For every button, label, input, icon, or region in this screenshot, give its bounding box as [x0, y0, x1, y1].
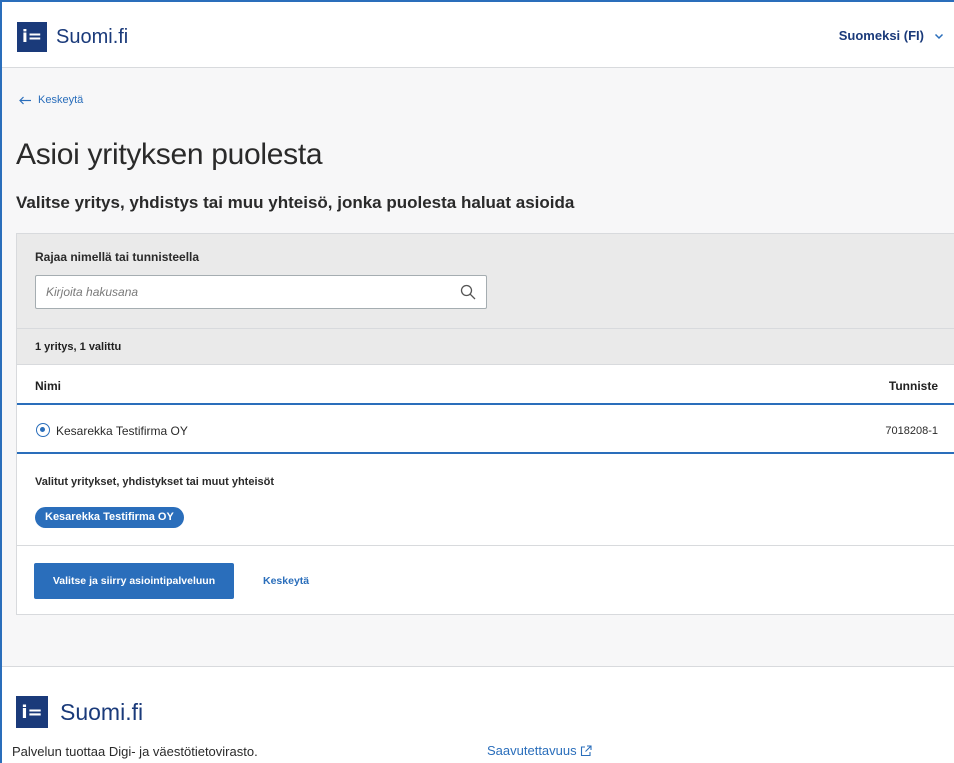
footer-suomi-fi-logo[interactable]: i= Suomi.fi — [16, 696, 143, 728]
suomi-fi-logo-icon: i= — [17, 22, 47, 52]
filter-section: Rajaa nimellä tai tunnisteella — [17, 234, 954, 329]
selected-companies-label: Valitut yritykset, yhdistykset tai muut … — [35, 476, 275, 488]
table-row[interactable]: Kesarekka Testifirma OY 7018208-1 — [17, 407, 954, 454]
search-icon[interactable] — [460, 284, 476, 300]
suomi-fi-logo-icon: i= — [16, 696, 48, 728]
selected-companies-section: Valitut yritykset, yhdistykset tai muut … — [17, 456, 954, 546]
footer-logo-text: Suomi.fi — [60, 698, 144, 725]
back-link-label: Keskeytä — [38, 94, 84, 106]
company-name: Kesarekka Testifirma OY — [56, 424, 188, 438]
table-header: Nimi Tunniste — [17, 365, 954, 405]
chevron-down-icon — [934, 33, 944, 39]
accessibility-link-label: Saavutettavuus — [487, 743, 577, 758]
company-radio-selected[interactable] — [36, 423, 50, 437]
action-bar: Valitse ja siirry asiointipalveluun Kesk… — [17, 546, 954, 616]
site-footer: i= Suomi.fi Palvelun tuottaa Digi- ja vä… — [2, 666, 954, 763]
result-count: 1 yritys, 1 valittu — [35, 341, 122, 353]
accessibility-link[interactable]: Saavutettavuus — [487, 743, 592, 758]
site-header: i= Suomi.fi Suomeksi (FI) — [2, 2, 954, 68]
suomi-fi-logo[interactable]: i= Suomi.fi — [17, 22, 128, 52]
search-input[interactable] — [36, 276, 446, 308]
back-link[interactable]: Keskeytä — [19, 94, 83, 106]
language-selector[interactable]: Suomeksi (FI) — [839, 28, 944, 43]
provider-text: Palvelun tuottaa Digi- ja väestötietovir… — [12, 744, 258, 759]
page-subtitle: Valitse yritys, yhdistys tai muu yhteisö… — [16, 193, 575, 212]
external-link-icon — [580, 744, 592, 756]
company-id: 7018208-1 — [885, 425, 938, 437]
company-selection-panel: Rajaa nimellä tai tunnisteella 1 yritys,… — [16, 233, 954, 615]
arrow-left-icon — [19, 96, 31, 104]
search-box — [35, 275, 487, 309]
browser-frame: i= Suomi.fi Suomeksi (FI) Keskeytä Asioi… — [0, 0, 954, 763]
column-header-tunniste[interactable]: Tunniste — [889, 379, 938, 393]
result-count-bar: 1 yritys, 1 valittu — [17, 329, 954, 365]
cancel-button[interactable]: Keskeytä — [263, 575, 309, 587]
filter-label: Rajaa nimellä tai tunnisteella — [35, 250, 200, 264]
selected-company-chip[interactable]: Kesarekka Testifirma OY — [35, 507, 184, 528]
column-header-name[interactable]: Nimi — [35, 379, 61, 393]
page-title: Asioi yrityksen puolesta — [16, 138, 323, 171]
logo-text: Suomi.fi — [56, 25, 129, 48]
language-label: Suomeksi (FI) — [838, 28, 924, 43]
select-and-continue-button[interactable]: Valitse ja siirry asiointipalveluun — [34, 563, 234, 599]
